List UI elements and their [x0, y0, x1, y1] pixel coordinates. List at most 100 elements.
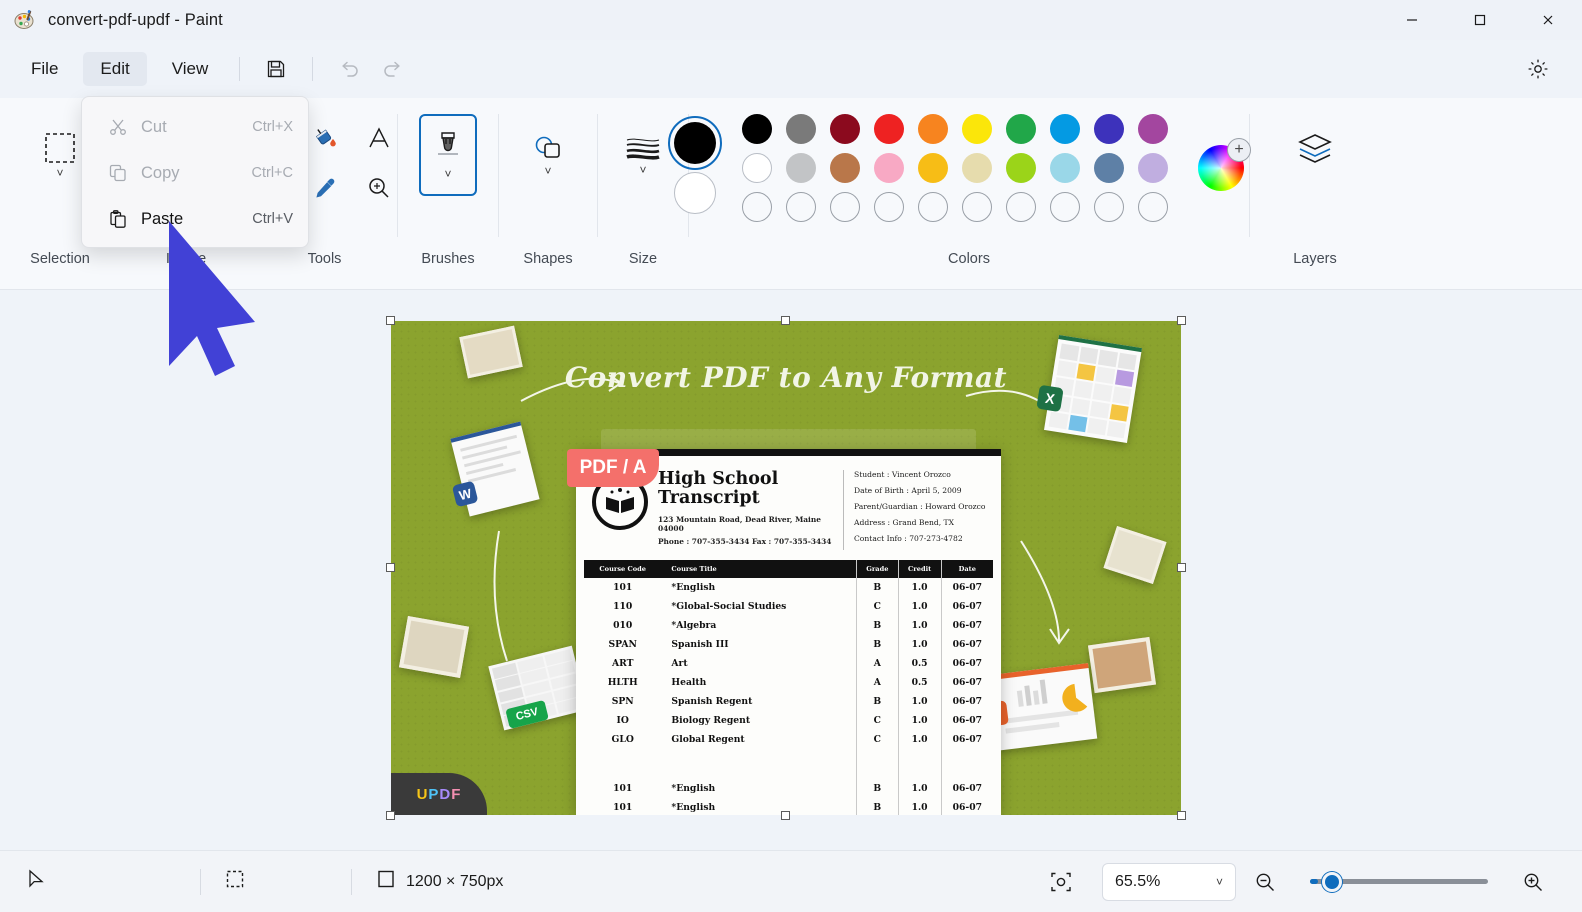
transcript-cell: B	[856, 616, 899, 635]
magnifier-icon[interactable]	[355, 164, 403, 212]
transcript-cell: 0.5	[897, 654, 942, 673]
brushes-chevron[interactable]: ˅	[444, 168, 451, 180]
palette-swatch-empty[interactable]	[962, 192, 992, 222]
selection-size-icon	[225, 869, 245, 894]
text-tool-icon[interactable]	[355, 114, 403, 162]
palette-swatch[interactable]	[918, 114, 948, 144]
handle-ne[interactable]	[1177, 316, 1186, 325]
layers-icon[interactable]	[1286, 114, 1344, 184]
gear-icon[interactable]	[1518, 49, 1558, 89]
menu-view[interactable]: View	[155, 52, 226, 86]
save-icon[interactable]	[254, 51, 298, 87]
transcript-info-line: Date of Birth : April 5, 2009	[854, 486, 962, 495]
window-controls	[1378, 0, 1582, 40]
palette-swatch[interactable]	[1050, 114, 1080, 144]
redo-icon[interactable]	[371, 51, 415, 87]
add-color-plus[interactable]: +	[1227, 138, 1251, 162]
transcript-row: GLO Global Regent C 1.0 06-07	[584, 730, 993, 749]
transcript-col-header: Course Title	[661, 560, 857, 578]
transcript-cell: 06-07	[940, 654, 993, 673]
pdfa-badge: PDF / A	[567, 449, 659, 487]
palette-swatch[interactable]	[1138, 153, 1168, 183]
palette-swatch[interactable]	[1094, 153, 1124, 183]
transcript-col-header: Grade	[856, 560, 899, 578]
palette-swatch[interactable]	[874, 114, 904, 144]
handle-w[interactable]	[386, 563, 395, 572]
current-colors	[668, 116, 722, 214]
palette-swatch[interactable]	[918, 153, 948, 183]
excel-doc-icon: X	[1036, 335, 1142, 443]
close-button[interactable]	[1514, 0, 1582, 40]
selection-chevron[interactable]: ˅	[56, 167, 63, 179]
canvas-selection[interactable]: W X CSV Convert PDF to Any Format PDF / …	[386, 316, 1186, 820]
zoom-out-button[interactable]	[1240, 851, 1290, 912]
palette-swatch-empty[interactable]	[1006, 192, 1036, 222]
transcript-address: 123 Mountain Road, Dead River, Maine 040…	[658, 514, 821, 533]
palette-swatch[interactable]	[786, 153, 816, 183]
zoom-slider[interactable]	[1310, 871, 1488, 892]
menu-item-copy[interactable]: Copy Ctrl+C	[87, 150, 303, 196]
palette-swatch[interactable]	[1094, 114, 1124, 144]
transcript-cell: SPN	[611, 696, 634, 707]
palette-swatch-empty[interactable]	[1050, 192, 1080, 222]
palette-swatch-empty[interactable]	[786, 192, 816, 222]
palette-swatch[interactable]	[742, 114, 772, 144]
palette-swatch-empty[interactable]	[874, 192, 904, 222]
undo-icon[interactable]	[327, 51, 371, 87]
color-wheel-icon[interactable]: +	[1198, 138, 1251, 191]
palette-swatch-empty[interactable]	[1094, 192, 1124, 222]
handle-s[interactable]	[781, 811, 790, 820]
secondary-color-swatch[interactable]	[674, 172, 716, 214]
primary-color-swatch[interactable]	[668, 116, 722, 170]
ribbon-group-brushes-label: Brushes	[421, 251, 475, 267]
palette-swatch-empty[interactable]	[742, 192, 772, 222]
transcript-col-header: Date	[940, 560, 993, 578]
menu-divider-2	[312, 57, 314, 81]
palette-swatch[interactable]	[786, 114, 816, 144]
handle-se[interactable]	[1177, 811, 1186, 820]
size-icon[interactable]: ˅	[614, 114, 672, 196]
transcript-cell: 1.0	[897, 578, 942, 597]
canvas-image[interactable]: W X CSV Convert PDF to Any Format PDF / …	[391, 321, 1181, 815]
shapes-icon[interactable]: ˅	[519, 114, 577, 196]
palette-swatch-empty[interactable]	[1138, 192, 1168, 222]
handle-e[interactable]	[1177, 563, 1186, 572]
palette-swatch[interactable]	[1006, 114, 1036, 144]
chevron-down-icon[interactable]: ˅	[1216, 875, 1223, 889]
menu-file[interactable]: File	[14, 52, 75, 86]
palette-swatch[interactable]	[1050, 153, 1080, 183]
palette-swatch[interactable]	[742, 153, 772, 183]
palette-rows	[742, 114, 1168, 222]
menu-edit[interactable]: Edit	[83, 52, 147, 86]
transcript-row: ART Art A 0.5 06-07	[584, 654, 993, 673]
transcript-cell: B	[856, 578, 899, 597]
zoom-level-select[interactable]: 65.5% ˅	[1102, 862, 1236, 901]
shapes-chevron[interactable]: ˅	[544, 165, 551, 177]
menu-divider-1	[239, 57, 241, 81]
minimize-button[interactable]	[1378, 0, 1446, 40]
palette-swatch[interactable]	[874, 153, 904, 183]
transcript-cell: C	[856, 597, 899, 616]
palette-swatch[interactable]	[830, 114, 860, 144]
handle-n[interactable]	[781, 316, 790, 325]
zoom-in-button[interactable]	[1508, 851, 1558, 912]
zoom-slider-thumb[interactable]	[1322, 871, 1342, 892]
handle-sw[interactable]	[386, 811, 395, 820]
fit-to-window-button[interactable]	[1034, 851, 1088, 912]
transcript-cell: 110	[613, 601, 633, 612]
palette-swatch[interactable]	[830, 153, 860, 183]
handle-nw[interactable]	[386, 316, 395, 325]
menu-item-copy-label: Copy	[141, 163, 180, 182]
menu-item-cut[interactable]: Cut Ctrl+X	[87, 104, 303, 150]
palette-swatch-empty[interactable]	[830, 192, 860, 222]
brush-icon[interactable]: ˅	[419, 114, 477, 196]
palette-swatch[interactable]	[1138, 114, 1168, 144]
ribbon-group-layers-label: Layers	[1293, 251, 1337, 267]
size-chevron[interactable]: ˅	[639, 164, 646, 176]
palette-swatch[interactable]	[962, 153, 992, 183]
palette-swatch-empty[interactable]	[918, 192, 948, 222]
palette-swatch[interactable]	[962, 114, 992, 144]
palette-swatch[interactable]	[1006, 153, 1036, 183]
transcript-info-line: Parent/Guardian : Howard Orozco	[854, 502, 986, 511]
maximize-button[interactable]	[1446, 0, 1514, 40]
